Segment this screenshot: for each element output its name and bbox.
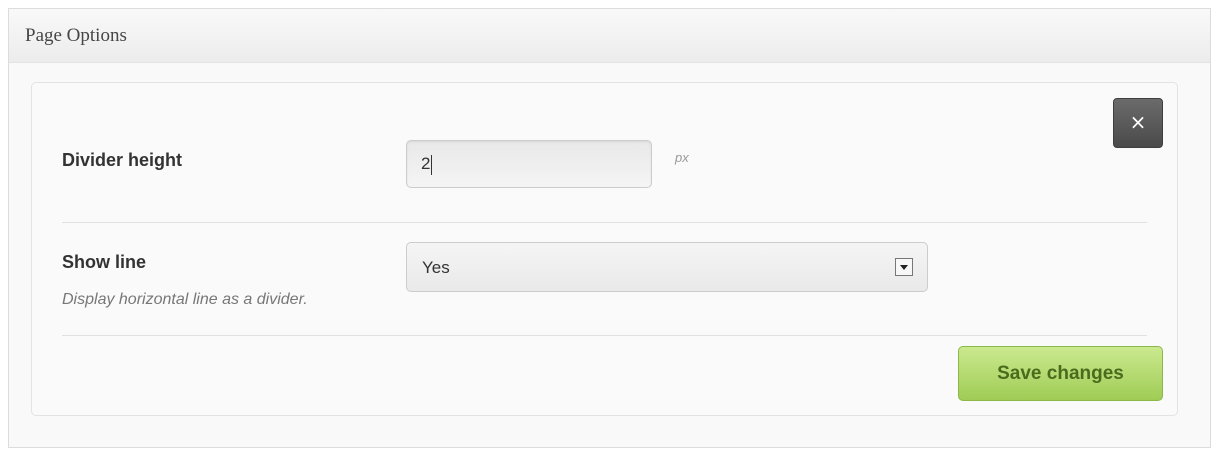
page-title: Page Options <box>25 25 127 46</box>
close-button[interactable]: × <box>1113 98 1163 148</box>
divider-height-input[interactable]: 2 <box>406 140 652 188</box>
row-divider <box>62 335 1147 336</box>
select-value: Yes <box>422 258 450 277</box>
show-line-description: Display horizontal line as a divider. <box>62 291 308 308</box>
box-header: Page Options <box>9 9 1210 63</box>
row-divider <box>62 222 1147 223</box>
show-line-select[interactable]: Yes <box>406 242 928 292</box>
divider-height-value: 2 <box>421 154 431 173</box>
save-button[interactable]: Save changes <box>958 346 1163 401</box>
text-caret <box>431 154 433 175</box>
divider-height-label: Divider height <box>62 150 183 170</box>
close-icon: × <box>1129 110 1147 134</box>
chevron-down-icon[interactable] <box>895 258 913 276</box>
unit-label: px <box>675 150 689 165</box>
show-line-label: Show line <box>62 252 147 272</box>
